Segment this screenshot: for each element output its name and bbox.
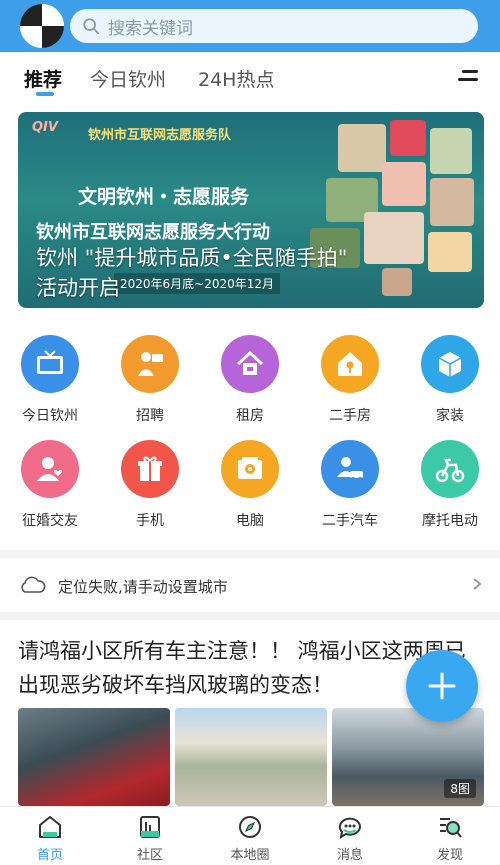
search-input[interactable]: 搜索关键词	[70, 9, 478, 43]
nav-label: 消息	[336, 848, 363, 863]
nav-home[interactable]: 首页	[0, 813, 100, 863]
car-icon	[321, 440, 379, 498]
category-label: 今日钦州	[22, 408, 78, 424]
article-thumbnail: 8图	[332, 708, 484, 806]
category-label: 家装	[436, 408, 464, 424]
active-tab-indicator	[36, 92, 54, 96]
banner-photo-collage	[310, 116, 480, 304]
category-label: 招聘	[136, 408, 164, 424]
app-root: 搜索关键词 推荐 今日钦州 24H热点 QIV 钦州市互联网志愿服务队 文明钦州…	[0, 0, 500, 865]
article-thumbnails[interactable]: 8图	[18, 708, 484, 806]
nav-messages[interactable]: 消息	[300, 813, 400, 863]
category-label: 征婚交友	[22, 513, 78, 529]
category-today-qinzhou[interactable]: 今日钦州	[0, 335, 100, 425]
category-recruit[interactable]: 招聘	[100, 335, 200, 425]
community-icon	[140, 816, 160, 838]
tab-today-qinzhou[interactable]: 今日钦州	[90, 65, 166, 92]
discover-icon	[440, 818, 462, 838]
add-post-button[interactable]	[406, 650, 478, 722]
house-icon	[321, 335, 379, 393]
category-label: 二手房	[329, 408, 371, 424]
home-icon	[39, 816, 61, 838]
banner-headline: 文明钦州・志愿服务	[78, 186, 250, 208]
promo-banner[interactable]: QIV 钦州市互联网志愿服务队 文明钦州・志愿服务 钦州市互联网志愿服务大行动 …	[18, 112, 484, 308]
tab-24h-hot[interactable]: 24H热点	[198, 65, 274, 92]
news-tv-icon	[21, 335, 79, 393]
category-label: 电脑	[236, 513, 264, 529]
box-icon	[421, 335, 479, 393]
bottom-nav: 首页 社区 本地圈 消息 发现	[0, 806, 500, 865]
nav-label: 首页	[36, 848, 63, 863]
nav-label: 社区	[136, 848, 163, 863]
banner-logo: QIV	[32, 120, 58, 135]
nav-label: 发现	[436, 848, 463, 863]
category-phone[interactable]: 手机	[100, 440, 200, 530]
menu-icon[interactable]	[458, 68, 480, 84]
nav-community[interactable]: 社区	[100, 813, 200, 863]
tab-bar: 推荐 今日钦州 24H热点	[0, 52, 500, 102]
nav-discover[interactable]: 发现	[400, 813, 500, 863]
category-rent[interactable]: 租房	[200, 335, 300, 425]
category-label: 租房	[236, 408, 264, 424]
banner-subheadline: 钦州市互联网志愿服务大行动	[36, 222, 270, 243]
nav-local-circle[interactable]: 本地圈	[200, 813, 300, 863]
computer-icon	[221, 440, 279, 498]
location-bar[interactable]: 定位失败,请手动设置城市	[0, 562, 500, 608]
chevron-right-icon	[473, 578, 482, 590]
banner-caption-line2: 活动开启	[36, 276, 120, 300]
category-dating[interactable]: 征婚交友	[0, 440, 100, 530]
rent-house-icon	[221, 335, 279, 393]
phone-gift-icon	[121, 440, 179, 498]
category-motorbike[interactable]: 摩托电动	[400, 440, 500, 530]
category-home-decor[interactable]: 家装	[400, 335, 500, 425]
recruit-icon	[121, 335, 179, 393]
section-divider	[0, 550, 500, 558]
bike-icon	[421, 440, 479, 498]
search-placeholder: 搜索关键词	[108, 18, 193, 39]
image-count-badge: 8图	[444, 779, 476, 798]
banner-date: 2020年6月底~2020年12月	[114, 273, 281, 294]
banner-org-name: 钦州市互联网志愿服务队	[88, 128, 232, 143]
tab-recommend[interactable]: 推荐	[24, 65, 62, 92]
category-computer[interactable]: 电脑	[200, 440, 300, 530]
search-icon	[83, 18, 100, 35]
avatar[interactable]	[20, 4, 64, 48]
location-status-text: 定位失败,请手动设置城市	[58, 578, 228, 596]
message-icon	[338, 817, 361, 840]
category-label: 手机	[136, 513, 164, 529]
article-thumbnail	[18, 708, 170, 806]
article-thumbnail	[175, 708, 327, 806]
category-label: 二手汽车	[322, 513, 378, 529]
banner-caption-line1: 钦州 "提升城市品质•全民随手拍"	[36, 246, 348, 270]
top-header: 搜索关键词	[0, 0, 500, 52]
section-divider	[0, 612, 500, 620]
category-label: 摩托电动	[422, 513, 478, 529]
compass-icon	[239, 816, 261, 838]
category-used-car[interactable]: 二手汽车	[300, 440, 400, 530]
dating-icon	[21, 440, 79, 498]
plus-icon	[428, 672, 456, 700]
nav-label: 本地圈	[230, 848, 270, 863]
cloud-icon	[21, 576, 46, 593]
category-second-house[interactable]: 二手房	[300, 335, 400, 425]
